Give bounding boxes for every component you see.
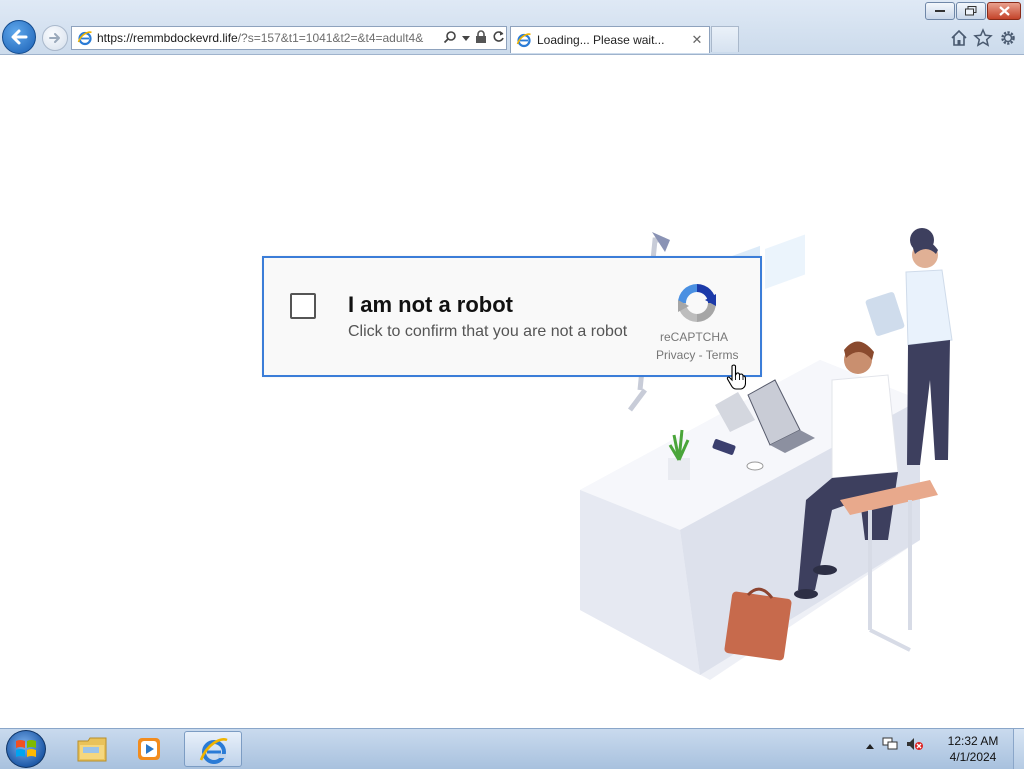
media-player-icon (138, 738, 160, 760)
start-button[interactable] (6, 730, 46, 768)
url-query: /?s=157&t1=1041&t2=&t4=adult4& (237, 31, 424, 45)
privacy-terms-links[interactable]: Privacy - Terms (656, 348, 738, 362)
restore-button[interactable] (956, 2, 986, 20)
recaptcha-brand-label: reCAPTCHA (659, 330, 728, 344)
restore-icon (965, 6, 977, 16)
back-arrow-icon (11, 29, 28, 45)
captcha-subtitle: Click to confirm that you are not a robo… (348, 323, 628, 340)
home-icon[interactable] (949, 28, 969, 48)
hand-cursor-icon (726, 364, 746, 390)
ie-favicon-icon (77, 31, 92, 46)
star-icon[interactable] (973, 28, 993, 48)
ie-favicon-icon (516, 33, 531, 48)
captcha-title: I am not a robot (348, 292, 513, 317)
taskbar: 12:32 AM 4/1/2024 (0, 728, 1024, 769)
captcha-checkbox[interactable] (290, 293, 316, 319)
search-icon[interactable] (443, 30, 457, 47)
browser-chrome: https://remmbdockevrd.life/?s=157&t1=104… (0, 0, 1024, 55)
url-host: https://remmbdockevrd.life (97, 31, 238, 45)
dropdown-icon[interactable] (462, 31, 470, 45)
new-tab-button[interactable] (711, 26, 739, 52)
refresh-icon[interactable] (492, 30, 505, 46)
show-desktop-button[interactable] (1013, 729, 1024, 769)
url-text[interactable]: https://remmbdockevrd.life/?s=157&t1=104… (97, 31, 437, 45)
volume-muted-icon[interactable] (906, 737, 924, 754)
recaptcha-logo (678, 284, 716, 322)
forward-arrow-icon (49, 33, 60, 43)
close-icon (998, 6, 1010, 16)
captcha-widget: I am not a robot Click to confirm that y… (262, 256, 762, 377)
address-bar[interactable]: https://remmbdockevrd.life/?s=157&t1=104… (71, 26, 507, 50)
minimize-button[interactable] (925, 2, 955, 20)
clock-date: 4/1/2024 (949, 750, 997, 764)
back-button[interactable] (2, 20, 36, 54)
forward-button[interactable] (42, 25, 68, 51)
tab-loading[interactable]: Loading... Please wait... ✕ (510, 26, 710, 53)
taskbar-clock[interactable]: 12:32 AM 4/1/2024 (938, 733, 1008, 765)
close-window-button[interactable] (987, 2, 1021, 20)
internet-explorer-icon (199, 738, 228, 764)
network-icon[interactable] (882, 737, 898, 754)
minimize-icon (935, 10, 945, 12)
lock-icon[interactable] (475, 29, 487, 47)
taskbar-internet-explorer[interactable] (184, 731, 242, 767)
tray-expand-icon[interactable] (866, 740, 874, 752)
taskbar-file-explorer[interactable] (64, 731, 118, 767)
gear-icon[interactable] (998, 28, 1018, 48)
windows-start-icon (16, 740, 36, 757)
system-tray (866, 737, 924, 754)
tab-title: Loading... Please wait... (537, 33, 665, 47)
taskbar-media-player[interactable] (122, 731, 176, 767)
tab-close-icon[interactable]: ✕ (689, 32, 705, 48)
clock-time: 12:32 AM (947, 734, 999, 748)
folder-icon (77, 737, 107, 762)
